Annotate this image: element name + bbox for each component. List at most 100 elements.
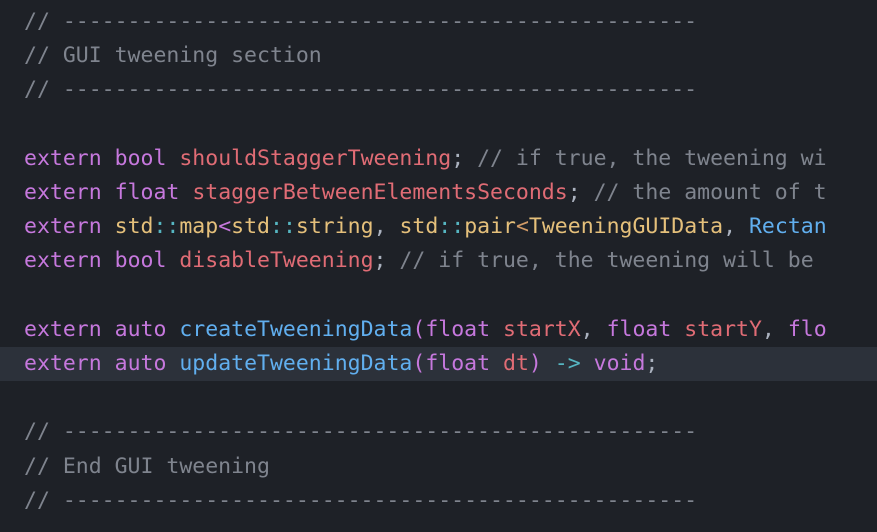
code-token: bool [114, 145, 167, 171]
code-token: shouldStaggerTweening [179, 145, 452, 171]
code-line[interactable]: extern std::map<std::string, std::pair<T… [0, 210, 877, 244]
code-token: float [425, 351, 491, 376]
code-token: Rectan [748, 214, 827, 240]
code-token: , [723, 214, 749, 240]
code-token: // if true, the tweening wi [477, 145, 827, 171]
code-token: void [593, 351, 646, 376]
code-token: // the amount of t [593, 180, 827, 205]
code-token: ; [451, 145, 478, 171]
code-token: disableTweening [179, 248, 374, 274]
code-line[interactable]: // -------------------------------------… [0, 5, 877, 39]
code-line-content: extern std::map<std::string, std::pair<T… [24, 210, 827, 244]
code-token: :: [153, 214, 180, 240]
code-line[interactable]: extern bool shouldStaggerTweening; // if… [0, 142, 877, 176]
code-line[interactable]: extern float staggerBetweenElementsSecon… [0, 176, 877, 210]
code-line[interactable]: // End GUI tweening [0, 450, 877, 484]
code-token: auto [114, 316, 167, 342]
code-token: , [580, 316, 607, 342]
code-token: // if true, the tweening will be [399, 248, 814, 274]
code-token: float [606, 316, 672, 342]
code-editor[interactable]: // -------------------------------------… [0, 0, 877, 532]
code-token: // End GUI tweening [24, 453, 270, 479]
code-token: TweeningGUIData [528, 214, 724, 240]
code-token: ; [567, 180, 594, 205]
code-token: ( [412, 316, 426, 342]
code-token: ; [645, 351, 659, 376]
code-token: // -------------------------------------… [24, 9, 698, 34]
code-token: extern [24, 316, 102, 342]
code-token: ) [528, 351, 542, 376]
code-line-active[interactable]: extern auto updateTweeningData(float dt)… [0, 347, 877, 381]
code-token: dt [503, 351, 529, 376]
code-token: // -------------------------------------… [24, 419, 698, 445]
code-token: , [373, 214, 400, 240]
code-line-content: // -------------------------------------… [24, 73, 697, 107]
code-token: std [114, 214, 154, 240]
code-line[interactable]: // -------------------------------------… [0, 415, 877, 449]
code-line-content: extern auto updateTweeningData(float dt)… [24, 347, 658, 381]
code-token: bool [114, 248, 167, 274]
code-line[interactable] [0, 381, 877, 415]
code-line[interactable] [0, 108, 877, 142]
code-token: < [515, 214, 529, 240]
code-token: , [761, 316, 788, 342]
code-token: extern [24, 214, 102, 240]
code-token: :: [270, 214, 296, 240]
code-token: extern [24, 351, 102, 376]
code-line-content: // -------------------------------------… [24, 5, 697, 39]
code-line-content: extern auto createTweeningData(float sta… [24, 313, 827, 347]
code-line[interactable]: extern bool disableTweening; // if true,… [0, 244, 877, 278]
code-token: ( [412, 351, 426, 376]
code-token: pair [464, 214, 516, 240]
code-line-content: extern bool shouldStaggerTweening; // if… [24, 142, 827, 176]
code-token: float [114, 180, 180, 205]
code-token: // GUI tweening section [24, 43, 322, 69]
code-line-content: // -------------------------------------… [24, 484, 697, 518]
code-token: flo [787, 316, 827, 342]
code-token: startY [684, 316, 762, 342]
code-token: // -------------------------------------… [24, 77, 698, 103]
code-line-content: // -------------------------------------… [24, 415, 697, 449]
code-token: auto [114, 351, 167, 376]
code-token: createTweeningData [179, 316, 413, 342]
code-token: updateTweeningData [179, 351, 413, 376]
code-line[interactable]: extern auto createTweeningData(float sta… [0, 313, 877, 347]
code-token: -> [554, 351, 581, 376]
code-token: staggerBetweenElementsSeconds [192, 180, 568, 205]
code-line-content: // End GUI tweening [24, 450, 270, 484]
code-token: startX [503, 316, 581, 342]
code-token: map [179, 214, 219, 240]
code-token: extern [24, 248, 102, 274]
code-line-content: // GUI tweening section [24, 39, 322, 73]
code-token: string [295, 214, 374, 240]
code-token: ; [373, 248, 400, 274]
code-line[interactable]: // -------------------------------------… [0, 73, 877, 107]
code-token: std [399, 214, 439, 240]
code-token: // -------------------------------------… [24, 487, 698, 513]
code-line[interactable]: // -------------------------------------… [0, 484, 877, 518]
code-line[interactable]: // GUI tweening section [0, 39, 877, 73]
code-token: extern [24, 145, 102, 171]
code-token: std [231, 214, 270, 240]
code-token: float [425, 316, 491, 342]
code-token: < [218, 214, 232, 240]
code-line-content: extern bool disableTweening; // if true,… [24, 244, 814, 278]
code-line[interactable] [0, 279, 877, 313]
code-line-content: extern float staggerBetweenElementsSecon… [24, 176, 827, 210]
code-token: extern [24, 180, 102, 205]
